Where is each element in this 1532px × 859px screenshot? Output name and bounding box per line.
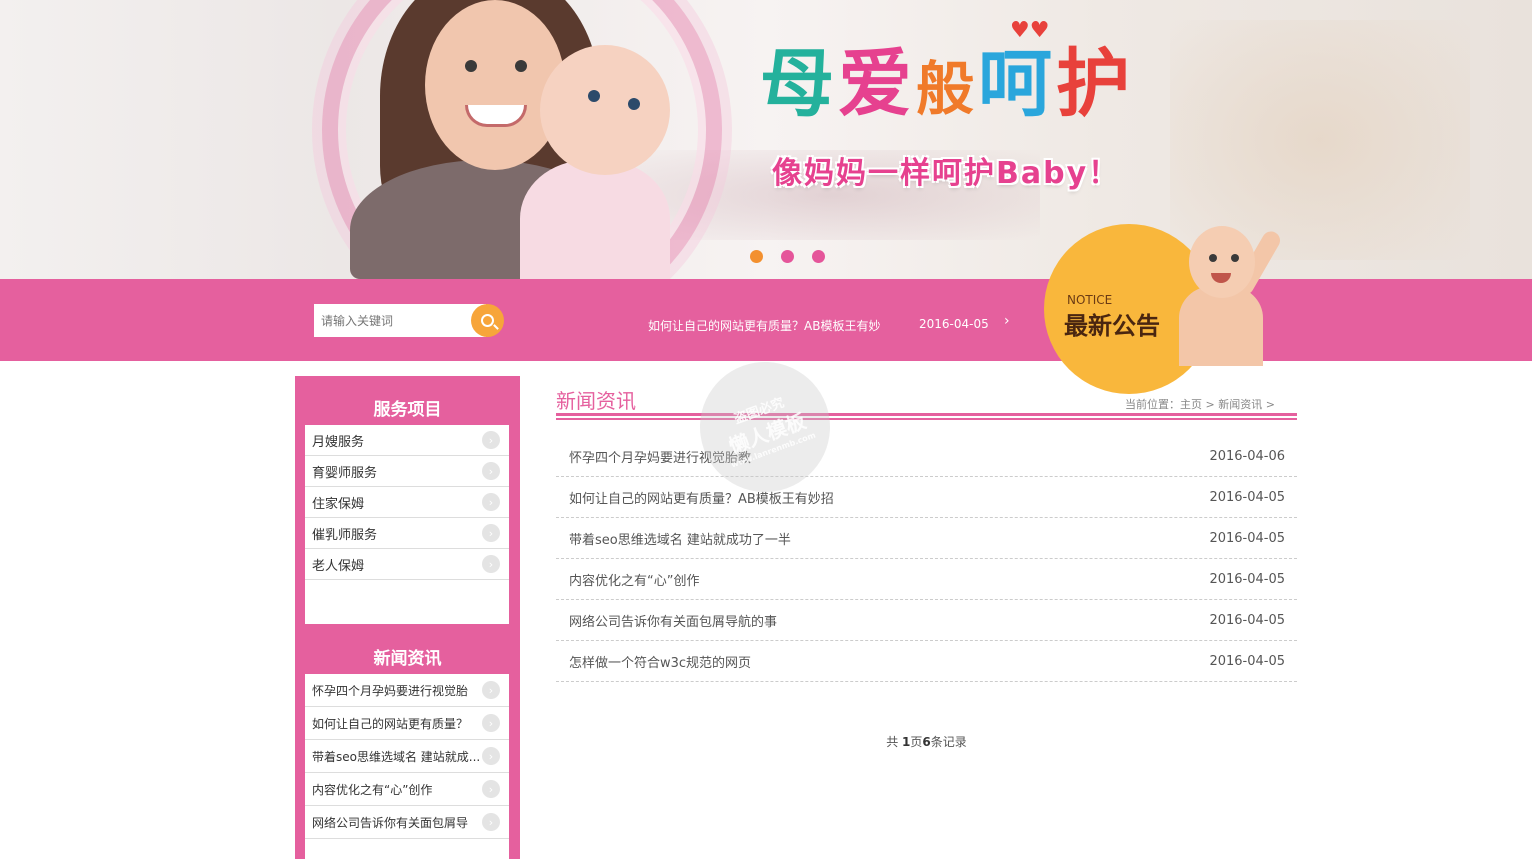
chevron-right-icon: › bbox=[482, 747, 500, 765]
search-icon bbox=[481, 314, 494, 327]
chevron-right-icon: › bbox=[482, 555, 500, 573]
slider-dot[interactable] bbox=[812, 250, 825, 263]
sidebar-item-service[interactable]: 月嫂服务 › bbox=[305, 425, 509, 456]
breadcrumb[interactable]: 当前位置：主页 > 新闻资讯 > bbox=[1125, 396, 1275, 412]
brand-logo: 母爱般呵护 ♥♥ bbox=[760, 18, 1200, 144]
search-input[interactable] bbox=[314, 304, 486, 337]
services-list: 月嫂服务 › 育婴师服务 › 住家保姆 › 催乳师服务 › 老人保姆 › bbox=[305, 425, 509, 624]
sidebar-item-service[interactable]: 住家保姆 › bbox=[305, 487, 509, 518]
slider-dots bbox=[750, 250, 825, 263]
ticker-headline[interactable]: 如何让自己的网站更有质量？AB模板王有妙 bbox=[648, 317, 880, 334]
chevron-right-icon: › bbox=[482, 431, 500, 449]
slider-dot[interactable] bbox=[750, 250, 763, 263]
sidebar-services-title: 服务项目 bbox=[373, 400, 442, 420]
news-date: 2016-04-05 bbox=[1209, 571, 1285, 587]
news-date: 2016-04-06 bbox=[1209, 448, 1285, 464]
sidebar-item-news[interactable]: 网络公司告诉你有关面包屑导 › bbox=[305, 806, 509, 839]
page-title: 新闻资讯 bbox=[556, 389, 636, 413]
list-item[interactable]: 带着seo思维选域名 建站就成功了一半 2016-04-05 bbox=[556, 518, 1297, 559]
slider-dot[interactable] bbox=[781, 250, 794, 263]
pagination-summary: 共 1页6条记录 bbox=[886, 735, 967, 749]
news-date: 2016-04-05 bbox=[1209, 489, 1285, 505]
cheering-baby-image bbox=[1175, 218, 1295, 366]
news-title[interactable]: 带着seo思维选域名 建站就成功了一半 bbox=[569, 529, 791, 548]
news-date: 2016-04-05 bbox=[1209, 612, 1285, 628]
chevron-right-icon[interactable]: › bbox=[1004, 313, 1010, 329]
news-title[interactable]: 内容优化之有“心”创作 bbox=[569, 570, 699, 589]
heart-icon: ♥♥ bbox=[1010, 18, 1050, 43]
logo-subtitle: 像妈妈一样呵护Baby！ bbox=[772, 156, 1121, 191]
news-title[interactable]: 怎样做一个符合w3c规范的网页 bbox=[569, 652, 751, 671]
news-date: 2016-04-05 bbox=[1209, 530, 1285, 546]
chevron-right-icon: › bbox=[482, 714, 500, 732]
sidebar-item-service[interactable]: 育婴师服务 › bbox=[305, 456, 509, 487]
search-button[interactable] bbox=[471, 304, 504, 337]
list-item[interactable]: 怎样做一个符合w3c规范的网页 2016-04-05 bbox=[556, 641, 1297, 682]
sidebar-item-service[interactable]: 催乳师服务 › bbox=[305, 518, 509, 549]
chevron-right-icon: › bbox=[482, 813, 500, 831]
chevron-right-icon: › bbox=[482, 493, 500, 511]
search-box bbox=[314, 304, 504, 337]
sidebar-news-list: 怀孕四个月孕妈要进行视觉胎 › 如何让自己的网站更有质量？ › 带着seo思维选域名… bbox=[305, 674, 509, 859]
mother-baby-photo bbox=[350, 0, 700, 279]
sidebar-item-news[interactable]: 如何让自己的网站更有质量？ › bbox=[305, 707, 509, 740]
logo-title: 母爱般呵护 bbox=[760, 41, 1135, 127]
hero-banner: 母爱般呵护 ♥♥ 像妈妈一样呵护Baby！ bbox=[0, 0, 1532, 279]
title-divider bbox=[556, 418, 1297, 420]
list-item[interactable]: 网络公司告诉你有关面包屑导航的事 2016-04-05 bbox=[556, 600, 1297, 641]
list-item[interactable]: 怀孕四个月孕妈要进行视觉胎教 2016-04-06 bbox=[556, 436, 1297, 477]
sidebar-item-news[interactable]: 内容优化之有“心”创作 › bbox=[305, 773, 509, 806]
news-date: 2016-04-05 bbox=[1209, 653, 1285, 669]
chevron-right-icon: › bbox=[482, 524, 500, 542]
news-title[interactable]: 网络公司告诉你有关面包屑导航的事 bbox=[569, 611, 777, 630]
notice-label-cn: 最新公告 bbox=[1064, 312, 1160, 340]
sidebar-item-news[interactable]: 带着seo思维选域名 建站就成... › bbox=[305, 740, 509, 773]
chevron-right-icon: › bbox=[482, 462, 500, 480]
news-list: 怀孕四个月孕妈要进行视觉胎教 2016-04-06 如何让自己的网站更有质量？AB… bbox=[556, 436, 1297, 682]
sidebar-item-service[interactable]: 老人保姆 › bbox=[305, 549, 509, 580]
list-item[interactable]: 内容优化之有“心”创作 2016-04-05 bbox=[556, 559, 1297, 600]
sidebar-news-title: 新闻资讯 bbox=[373, 649, 442, 669]
notice-label-en: NOTICE bbox=[1067, 293, 1113, 307]
title-divider bbox=[556, 413, 1297, 416]
sidebar-item-news[interactable]: 怀孕四个月孕妈要进行视觉胎 › bbox=[305, 674, 509, 707]
ticker-date: 2016-04-05 bbox=[919, 317, 989, 331]
sidebar: 服务项目 月嫂服务 › 育婴师服务 › 住家保姆 › 催乳师服务 › 老人保姆 › 新闻资… bbox=[295, 376, 520, 859]
list-item[interactable]: 如何让自己的网站更有质量？AB模板王有妙招 2016-04-05 bbox=[556, 477, 1297, 518]
chevron-right-icon: › bbox=[482, 681, 500, 699]
chevron-right-icon: › bbox=[482, 780, 500, 798]
news-title[interactable]: 如何让自己的网站更有质量？AB模板王有妙招 bbox=[569, 488, 834, 507]
